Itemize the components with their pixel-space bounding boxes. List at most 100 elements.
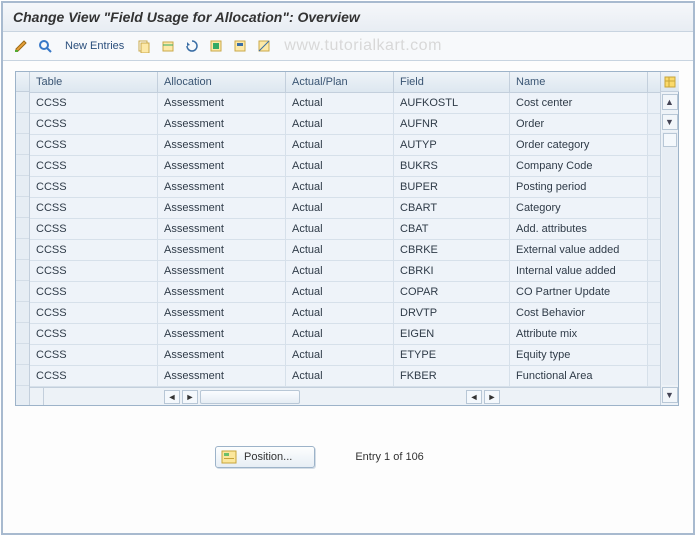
cell-table[interactable]: CCSS: [30, 114, 158, 134]
cell-field[interactable]: FKBER: [394, 366, 510, 386]
row-selector[interactable]: [16, 281, 29, 302]
position-button[interactable]: Position...: [215, 446, 315, 468]
hscroll-left-icon[interactable]: ◄: [164, 390, 180, 404]
cell-name[interactable]: Company Code: [510, 156, 648, 176]
row-selector[interactable]: [16, 344, 29, 365]
row-selector[interactable]: [16, 323, 29, 344]
table-row[interactable]: CCSSAssessmentActualCBARTCategory: [30, 198, 660, 219]
cell-allocation[interactable]: Assessment: [158, 240, 286, 260]
table-row[interactable]: CCSSAssessmentActualCBRKEExternal value …: [30, 240, 660, 261]
cell-table[interactable]: CCSS: [30, 156, 158, 176]
cell-name[interactable]: Cost Behavior: [510, 303, 648, 323]
cell-table[interactable]: CCSS: [30, 366, 158, 386]
row-selector[interactable]: [16, 92, 29, 113]
col-header-field[interactable]: Field: [394, 72, 510, 92]
cell-actual-plan[interactable]: Actual: [286, 345, 394, 365]
undo-change-icon[interactable]: [182, 36, 202, 56]
cell-table[interactable]: CCSS: [30, 303, 158, 323]
row-selector[interactable]: [16, 302, 29, 323]
cell-name[interactable]: Functional Area: [510, 366, 648, 386]
cell-field[interactable]: AUFKOSTL: [394, 93, 510, 113]
row-selector[interactable]: [16, 155, 29, 176]
cell-allocation[interactable]: Assessment: [158, 156, 286, 176]
cell-field[interactable]: DRVTP: [394, 303, 510, 323]
cell-table[interactable]: CCSS: [30, 177, 158, 197]
hscroll-right2-icon[interactable]: ►: [484, 390, 500, 404]
cell-actual-plan[interactable]: Actual: [286, 240, 394, 260]
cell-allocation[interactable]: Assessment: [158, 345, 286, 365]
table-row[interactable]: CCSSAssessmentActualEIGENAttribute mix: [30, 324, 660, 345]
cell-allocation[interactable]: Assessment: [158, 177, 286, 197]
cell-table[interactable]: CCSS: [30, 135, 158, 155]
row-selector[interactable]: [16, 176, 29, 197]
table-row[interactable]: CCSSAssessmentActualAUFNROrder: [30, 114, 660, 135]
select-all-rows[interactable]: [16, 72, 29, 92]
cell-field[interactable]: EIGEN: [394, 324, 510, 344]
cell-field[interactable]: CBRKI: [394, 261, 510, 281]
table-row[interactable]: CCSSAssessmentActualFKBERFunctional Area: [30, 366, 660, 387]
cell-table[interactable]: CCSS: [30, 219, 158, 239]
hscroll-thumb[interactable]: [200, 390, 300, 404]
cell-table[interactable]: CCSS: [30, 240, 158, 260]
cell-allocation[interactable]: Assessment: [158, 93, 286, 113]
vertical-scrollbar[interactable]: ▲ ▼ ▼: [660, 72, 678, 405]
cell-name[interactable]: Posting period: [510, 177, 648, 197]
cell-table[interactable]: CCSS: [30, 324, 158, 344]
table-row[interactable]: CCSSAssessmentActualBUPERPosting period: [30, 177, 660, 198]
cell-field[interactable]: ETYPE: [394, 345, 510, 365]
cell-allocation[interactable]: Assessment: [158, 198, 286, 218]
vscroll-down2-icon[interactable]: ▼: [662, 387, 678, 403]
find-icon[interactable]: [35, 36, 55, 56]
cell-actual-plan[interactable]: Actual: [286, 324, 394, 344]
cell-allocation[interactable]: Assessment: [158, 366, 286, 386]
cell-actual-plan[interactable]: Actual: [286, 177, 394, 197]
cell-name[interactable]: Category: [510, 198, 648, 218]
configure-columns-icon[interactable]: [661, 72, 679, 92]
cell-field[interactable]: CBAT: [394, 219, 510, 239]
cell-actual-plan[interactable]: Actual: [286, 198, 394, 218]
cell-actual-plan[interactable]: Actual: [286, 303, 394, 323]
cell-name[interactable]: Attribute mix: [510, 324, 648, 344]
table-row[interactable]: CCSSAssessmentActualAUFKOSTLCost center: [30, 93, 660, 114]
select-all-icon[interactable]: [206, 36, 226, 56]
cell-field[interactable]: CBART: [394, 198, 510, 218]
cell-actual-plan[interactable]: Actual: [286, 282, 394, 302]
copy-as-icon[interactable]: [134, 36, 154, 56]
cell-field[interactable]: AUTYP: [394, 135, 510, 155]
cell-actual-plan[interactable]: Actual: [286, 156, 394, 176]
table-row[interactable]: CCSSAssessmentActualBUKRSCompany Code: [30, 156, 660, 177]
cell-field[interactable]: BUPER: [394, 177, 510, 197]
vscroll-up-icon[interactable]: ▲: [662, 94, 678, 110]
cell-name[interactable]: Add. attributes: [510, 219, 648, 239]
table-row[interactable]: CCSSAssessmentActualCBATAdd. attributes: [30, 219, 660, 240]
cell-allocation[interactable]: Assessment: [158, 114, 286, 134]
table-row[interactable]: CCSSAssessmentActualETYPEEquity type: [30, 345, 660, 366]
table-row[interactable]: CCSSAssessmentActualCBRKIInternal value …: [30, 261, 660, 282]
cell-table[interactable]: CCSS: [30, 345, 158, 365]
row-selector[interactable]: [16, 365, 29, 386]
cell-allocation[interactable]: Assessment: [158, 261, 286, 281]
col-header-allocation[interactable]: Allocation: [158, 72, 286, 92]
cell-allocation[interactable]: Assessment: [158, 219, 286, 239]
cell-name[interactable]: Internal value added: [510, 261, 648, 281]
hscroll-left2-icon[interactable]: ◄: [466, 390, 482, 404]
cell-name[interactable]: Cost center: [510, 93, 648, 113]
cell-field[interactable]: COPAR: [394, 282, 510, 302]
new-entries-button[interactable]: New Entries: [59, 38, 130, 54]
vscroll-down-icon[interactable]: ▼: [662, 114, 678, 130]
toggle-display-change-icon[interactable]: [11, 36, 31, 56]
cell-field[interactable]: AUFNR: [394, 114, 510, 134]
cell-field[interactable]: CBRKE: [394, 240, 510, 260]
cell-allocation[interactable]: Assessment: [158, 303, 286, 323]
cell-actual-plan[interactable]: Actual: [286, 114, 394, 134]
cell-name[interactable]: Order: [510, 114, 648, 134]
row-selector[interactable]: [16, 134, 29, 155]
row-selector[interactable]: [16, 113, 29, 134]
col-header-name[interactable]: Name: [510, 72, 648, 92]
vscroll-thumb[interactable]: [663, 133, 677, 147]
cell-allocation[interactable]: Assessment: [158, 324, 286, 344]
table-row[interactable]: CCSSAssessmentActualAUTYPOrder category: [30, 135, 660, 156]
deselect-all-icon[interactable]: [254, 36, 274, 56]
cell-actual-plan[interactable]: Actual: [286, 135, 394, 155]
table-row[interactable]: CCSSAssessmentActualCOPARCO Partner Upda…: [30, 282, 660, 303]
